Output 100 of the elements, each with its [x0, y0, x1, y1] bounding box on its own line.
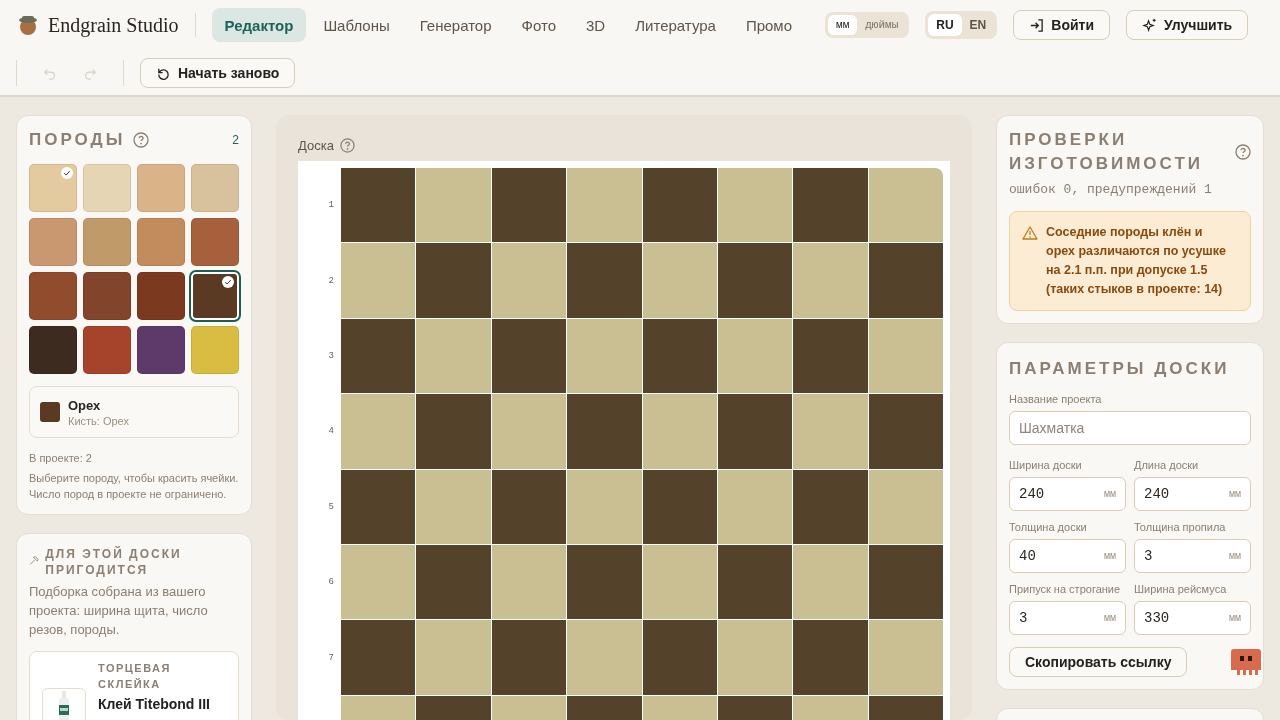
board-cell[interactable]: [416, 394, 491, 469]
login-button[interactable]: Войти: [1013, 10, 1110, 40]
board-cell[interactable]: [567, 318, 642, 394]
unit-option[interactable]: дюймы: [857, 15, 907, 35]
board-cell[interactable]: [793, 168, 868, 243]
species-swatch[interactable]: [29, 164, 77, 212]
board-cell[interactable]: [567, 620, 642, 695]
board-cell[interactable]: [567, 168, 642, 243]
number-field[interactable]: 3 мм: [1009, 601, 1126, 635]
board-cell[interactable]: [868, 544, 943, 620]
board-cell[interactable]: [717, 168, 793, 243]
board-cell[interactable]: [567, 243, 642, 318]
language-option[interactable]: EN: [961, 14, 995, 36]
board-cell[interactable]: [341, 168, 416, 243]
board-cell[interactable]: [341, 394, 416, 469]
board-cell[interactable]: [868, 318, 943, 394]
species-swatch[interactable]: [83, 164, 131, 212]
board-cell[interactable]: [717, 394, 793, 469]
board-cell[interactable]: [717, 243, 793, 318]
board-cell[interactable]: [868, 243, 943, 318]
board-cell[interactable]: [868, 168, 943, 243]
nav-tab[interactable]: Литература: [622, 8, 729, 42]
board-cell[interactable]: [793, 469, 868, 544]
species-swatch[interactable]: [83, 218, 131, 266]
number-field[interactable]: 330 мм: [1134, 601, 1251, 635]
species-swatch[interactable]: [191, 326, 239, 374]
board-cell[interactable]: [341, 469, 416, 544]
board-cell[interactable]: [491, 620, 567, 695]
board-cell[interactable]: [717, 469, 793, 544]
board-cell[interactable]: [491, 168, 567, 243]
board-cell[interactable]: [416, 469, 491, 544]
nav-tab[interactable]: Промо: [732, 8, 806, 42]
board-cell[interactable]: [491, 469, 567, 544]
species-swatch[interactable]: [191, 218, 239, 266]
board-cell[interactable]: [868, 394, 943, 469]
board-cell[interactable]: [341, 318, 416, 394]
board-cell[interactable]: [717, 318, 793, 394]
nav-tab[interactable]: 3D: [573, 8, 619, 42]
board-cell[interactable]: [642, 469, 717, 544]
board-cell[interactable]: [793, 318, 868, 394]
copy-link-button[interactable]: Скопировать ссылку: [1009, 647, 1188, 677]
number-field[interactable]: 240 мм: [1009, 477, 1126, 511]
number-field[interactable]: 240 мм: [1134, 477, 1251, 511]
board-cell[interactable]: [341, 243, 416, 318]
species-swatch[interactable]: [29, 218, 77, 266]
unit-label: мм: [1104, 550, 1116, 562]
board-cell[interactable]: [868, 469, 943, 544]
board-cell[interactable]: [341, 544, 416, 620]
upgrade-button[interactable]: Улучшить: [1126, 10, 1249, 40]
board-cell[interactable]: [416, 318, 491, 394]
board-cell[interactable]: [416, 243, 491, 318]
nav-tab[interactable]: Редактор: [211, 8, 307, 42]
board-cell[interactable]: [567, 394, 642, 469]
board-cell[interactable]: [793, 544, 868, 620]
board-cell[interactable]: [717, 620, 793, 695]
board-cell[interactable]: [793, 394, 868, 469]
species-swatch[interactable]: [83, 326, 131, 374]
board-cell[interactable]: [717, 544, 793, 620]
help-icon[interactable]: [339, 137, 355, 153]
board-cell[interactable]: [341, 620, 416, 695]
nav-tab[interactable]: Фото: [508, 8, 570, 42]
species-swatch[interactable]: [137, 164, 185, 212]
species-swatch[interactable]: [137, 218, 185, 266]
unit-option[interactable]: мм: [828, 15, 858, 35]
language-option[interactable]: RU: [928, 14, 962, 36]
board-cell[interactable]: [491, 394, 567, 469]
species-swatch[interactable]: [191, 164, 239, 212]
board-cell[interactable]: [491, 544, 567, 620]
board-cell[interactable]: [642, 394, 717, 469]
number-field[interactable]: 40 мм: [1009, 539, 1126, 573]
board-cell[interactable]: [793, 243, 868, 318]
robot-icon[interactable]: [1231, 649, 1261, 675]
species-swatch[interactable]: [83, 272, 131, 320]
help-icon[interactable]: [1235, 144, 1251, 160]
board-cell[interactable]: [642, 168, 717, 243]
species-swatch[interactable]: [137, 326, 185, 374]
board-cell[interactable]: [642, 620, 717, 695]
board-cell[interactable]: [642, 544, 717, 620]
board-cell[interactable]: [491, 318, 567, 394]
board-cell[interactable]: [567, 469, 642, 544]
product-card[interactable]: ТОРЦЕВАЯ СКЛЕЙКА Клей Titebond III: [29, 651, 239, 720]
board-cell[interactable]: [416, 544, 491, 620]
species-swatch[interactable]: [29, 272, 77, 320]
help-icon[interactable]: [133, 132, 150, 148]
nav-tab[interactable]: Генератор: [406, 8, 505, 42]
species-swatch[interactable]: [137, 272, 185, 320]
board-cell[interactable]: [642, 318, 717, 394]
board-cell[interactable]: [642, 243, 717, 318]
restart-button[interactable]: Начать заново: [140, 58, 296, 88]
board-cell[interactable]: [491, 243, 567, 318]
project-name-field[interactable]: Шахматка: [1009, 411, 1251, 445]
number-field[interactable]: 3 мм: [1134, 539, 1251, 573]
field-label: Толщина доски: [1009, 520, 1088, 535]
board-cell[interactable]: [793, 620, 868, 695]
board-cell[interactable]: [416, 620, 491, 695]
board-cell[interactable]: [416, 168, 491, 243]
board-cell[interactable]: [567, 544, 642, 620]
nav-tab[interactable]: Шаблоны: [310, 8, 403, 42]
board-cell[interactable]: [868, 620, 943, 695]
species-swatch[interactable]: [29, 326, 77, 374]
